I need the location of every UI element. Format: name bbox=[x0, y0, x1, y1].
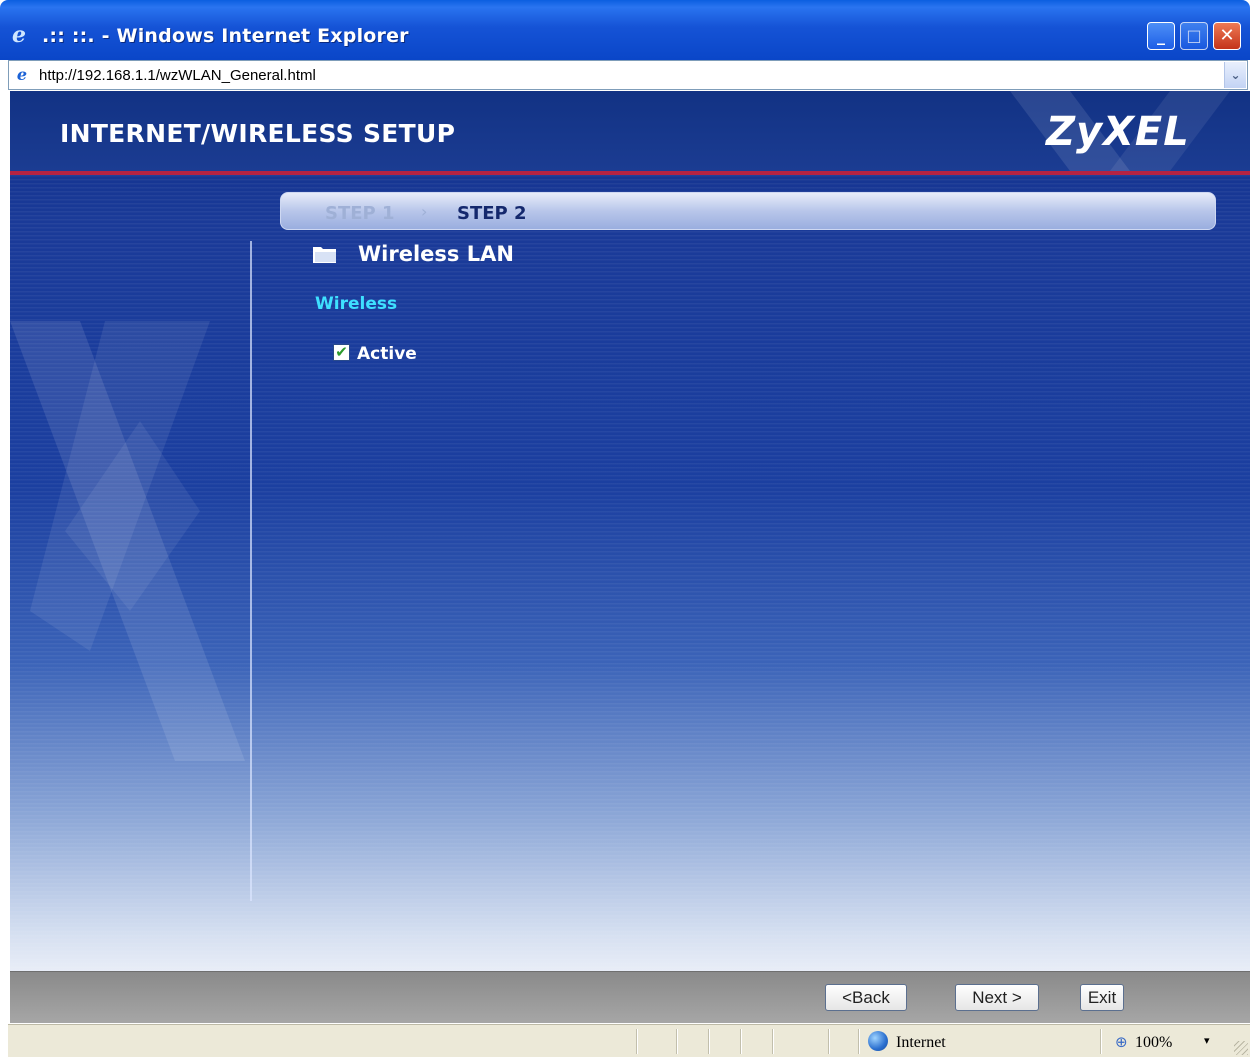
window-title-bar[interactable]: e .:: ::. - Windows Internet Explorer _ … bbox=[0, 0, 1250, 60]
status-bar: Internet ⊕ 100% ▾ bbox=[8, 1024, 1250, 1057]
status-separator bbox=[636, 1029, 637, 1054]
address-url[interactable]: http://192.168.1.1/wzWLAN_General.html bbox=[39, 67, 316, 84]
header-divider bbox=[10, 171, 1250, 175]
zoom-dropdown-icon[interactable]: ▾ bbox=[1204, 1034, 1210, 1047]
address-bar[interactable]: e http://192.168.1.1/wzWLAN_General.html… bbox=[8, 60, 1248, 90]
status-separator bbox=[772, 1029, 773, 1054]
step-1-label: STEP 1 bbox=[325, 203, 395, 224]
active-checkbox[interactable]: ✔ bbox=[333, 344, 350, 361]
maximize-button[interactable]: □ bbox=[1180, 22, 1208, 50]
status-separator bbox=[858, 1029, 859, 1054]
page-icon: e bbox=[16, 65, 28, 84]
zoom-icon[interactable]: ⊕ bbox=[1115, 1033, 1128, 1051]
page-title: INTERNET/WIRELESS SETUP bbox=[60, 119, 456, 148]
internet-explorer-icon: e bbox=[12, 22, 26, 48]
zoom-level[interactable]: 100% bbox=[1135, 1034, 1172, 1052]
wireless-subsection-label: Wireless bbox=[315, 294, 398, 314]
exit-button[interactable]: Exit bbox=[1080, 984, 1124, 1011]
wizard-button-bar: <Back Next > Exit bbox=[10, 971, 1250, 1023]
status-separator bbox=[708, 1029, 709, 1054]
step-arrow-icon: › bbox=[421, 202, 428, 221]
security-zone-label: Internet bbox=[896, 1034, 946, 1051]
next-button[interactable]: Next > bbox=[955, 984, 1039, 1011]
minimize-button[interactable]: _ bbox=[1147, 22, 1175, 50]
section-title: Wireless LAN bbox=[358, 242, 514, 266]
sidebar-divider bbox=[250, 241, 252, 901]
page-viewport: INTERNET/WIRELESS SETUP ZyXEL STEP 1 › S… bbox=[10, 91, 1250, 971]
zyxel-logo: ZyXEL bbox=[1046, 109, 1190, 155]
address-dropdown-icon[interactable]: ⌄ bbox=[1224, 62, 1246, 88]
status-separator bbox=[676, 1029, 677, 1054]
x-watermark-decoration bbox=[10, 321, 245, 761]
active-checkbox-label[interactable]: Active bbox=[357, 344, 417, 364]
step-2-label: STEP 2 bbox=[457, 203, 527, 224]
window-title: .:: ::. - Windows Internet Explorer bbox=[42, 25, 409, 47]
status-separator bbox=[828, 1029, 829, 1054]
back-button[interactable]: <Back bbox=[825, 984, 907, 1011]
close-button[interactable]: ✕ bbox=[1213, 22, 1241, 50]
status-separator bbox=[1100, 1029, 1101, 1054]
step-progress-bar: STEP 1 › STEP 2 bbox=[280, 192, 1216, 230]
folder-icon bbox=[313, 247, 336, 263]
resize-grip-icon[interactable] bbox=[1234, 1041, 1248, 1055]
status-separator bbox=[740, 1029, 741, 1054]
globe-icon bbox=[868, 1031, 888, 1051]
page-header: INTERNET/WIRELESS SETUP ZyXEL bbox=[10, 91, 1250, 171]
